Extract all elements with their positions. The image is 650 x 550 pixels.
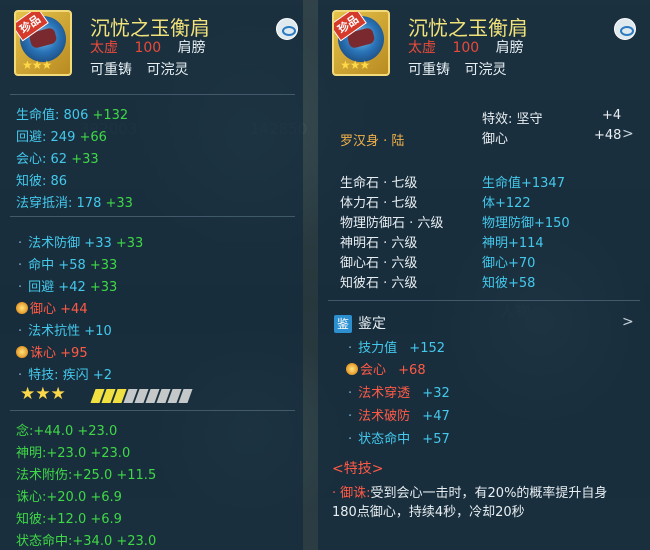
refine-flag: 可浣灵 bbox=[464, 62, 507, 78]
chevron-right-icon[interactable]: > bbox=[622, 314, 634, 330]
gem-name: 神明石 · 六级 bbox=[340, 236, 418, 251]
gem-effect: 神明+114 bbox=[482, 236, 544, 251]
special-gem-icon bbox=[16, 302, 28, 314]
yuxin-value: +48 bbox=[594, 128, 622, 143]
affix-row: · 法术抗性 +10 bbox=[18, 324, 112, 339]
refine-flag: 可浣灵 bbox=[146, 62, 189, 78]
item-flags: 可重铸 可浣灵 bbox=[90, 59, 198, 79]
skill-header: <特技> bbox=[332, 461, 384, 477]
gem-name: 体力石 · 七级 bbox=[340, 196, 418, 211]
item-level: 100 bbox=[134, 40, 162, 56]
eye-icon[interactable] bbox=[276, 18, 298, 40]
reforge-flag: 可重铸 bbox=[408, 62, 450, 78]
attr-row: 法术附伤:+25.0 +11.5 bbox=[16, 468, 157, 483]
set-name: 罗汉身 · 陆 bbox=[340, 134, 405, 149]
attr-row: 诛心:+20.0 +6.9 bbox=[16, 490, 122, 505]
item-slot: 肩膀 bbox=[177, 40, 206, 56]
attr-row: 状态命中:+34.0 +23.0 bbox=[16, 534, 157, 549]
chevron-right-icon[interactable]: > bbox=[622, 126, 634, 142]
stat-row: 会心: 62 +33 bbox=[16, 152, 99, 167]
gem-name: 物理防御石 · 六级 bbox=[340, 216, 444, 231]
affix-row-special: 诛心 +95 bbox=[16, 342, 88, 361]
stat-row: 知彼: 86 bbox=[16, 174, 68, 189]
gem-effect: 御心+70 bbox=[482, 256, 536, 271]
eye-icon[interactable] bbox=[614, 18, 636, 40]
appraise-row: · 法术破防 +47 bbox=[348, 409, 450, 424]
enhance-level-bar bbox=[90, 388, 193, 403]
affix-row-special: 御心 +44 bbox=[16, 298, 88, 317]
appraise-row: · 状态命中 +57 bbox=[348, 432, 450, 447]
item-tooltip-right: 珍品 ★★★ 沉忧之玉衡肩 太虚 100 肩膀 可重铸 可浣灵 特效: 坚守 +… bbox=[318, 0, 650, 550]
skill-text: 受到会心一击时，有20%的概率提升自身180点御心，持续4秒，冷却20秒 bbox=[332, 486, 608, 520]
gem-name: 御心石 · 六级 bbox=[340, 256, 418, 271]
appraise-row: · 法术穿透 +32 bbox=[348, 386, 450, 401]
appraise-row-special: 会心 +68 bbox=[346, 359, 426, 378]
item-header: 珍品 ★★★ 沉忧之玉衡肩 太虚 100 肩膀 可重铸 可浣灵 bbox=[318, 0, 650, 90]
skill-name: 御诛: bbox=[340, 486, 371, 501]
gem-name: 生命石 · 七级 bbox=[340, 176, 418, 191]
divider bbox=[10, 216, 295, 217]
yuxin-label[interactable]: 御心 bbox=[482, 128, 508, 147]
item-tooltip-left: 珍品 ★★★ 沉忧之玉衡肩 太虚 100 肩膀 可重铸 可浣灵 生命值: 806… bbox=[0, 0, 303, 550]
gem-name: 知彼石 · 六级 bbox=[340, 276, 418, 291]
skill-description: · 御诛:受到会心一击时，有20%的概率提升自身180点御心，持续4秒，冷却20秒 bbox=[332, 486, 608, 520]
affix-row: · 回避 +42 +33 bbox=[18, 280, 118, 295]
item-level: 100 bbox=[452, 40, 480, 56]
item-flags: 可重铸 可浣灵 bbox=[408, 59, 516, 79]
appraise-row: · 技力值 +152 bbox=[348, 341, 446, 356]
item-subtitle: 太虚 100 肩膀 bbox=[90, 37, 206, 57]
rating-stars: ★★★ bbox=[20, 384, 66, 404]
affix-row: · 命中 +58 +33 bbox=[18, 258, 118, 273]
appraise-icon: 鉴 bbox=[334, 315, 352, 333]
attr-row: 神明:+23.0 +23.0 bbox=[16, 446, 131, 461]
gem-effect: 物理防御+150 bbox=[482, 216, 570, 231]
attr-row: 念:+44.0 +23.0 bbox=[16, 424, 118, 439]
stat-row: 法穿抵消: 178 +33 bbox=[16, 196, 133, 211]
stat-row: 生命值: 806 +132 bbox=[16, 108, 129, 123]
rating-row: ★★★ bbox=[20, 384, 193, 404]
gem-effect: 知彼+58 bbox=[482, 276, 536, 291]
divider bbox=[328, 300, 640, 301]
divider bbox=[10, 410, 295, 411]
special-gem-icon bbox=[346, 363, 358, 375]
affix-row: · 特技: 疾闪 +2 bbox=[18, 368, 112, 383]
effect-value: +4 bbox=[602, 108, 622, 123]
item-tier: 太虚 bbox=[90, 40, 118, 56]
panel-gap bbox=[303, 0, 318, 550]
quality-stars: ★★★ bbox=[22, 58, 52, 72]
gem-effect: 体+122 bbox=[482, 196, 531, 211]
attr-row: 知彼:+12.0 +6.9 bbox=[16, 512, 122, 527]
reforge-flag: 可重铸 bbox=[90, 62, 132, 78]
stat-row: 回避: 249 +66 bbox=[16, 130, 107, 145]
divider bbox=[10, 94, 295, 95]
appraise-header[interactable]: 鉴鉴定 bbox=[334, 313, 386, 333]
quality-stars: ★★★ bbox=[340, 58, 370, 72]
item-icon-box[interactable]: 珍品 ★★★ bbox=[332, 10, 390, 76]
item-icon-box[interactable]: 珍品 ★★★ bbox=[14, 10, 72, 76]
item-tier: 太虚 bbox=[408, 40, 436, 56]
special-gem-icon bbox=[16, 346, 28, 358]
effect-label: 特效: 坚守 bbox=[482, 112, 543, 127]
affix-row: · 法术防御 +33 +33 bbox=[18, 236, 144, 251]
gem-effect: 生命值+1347 bbox=[482, 176, 565, 191]
item-subtitle: 太虚 100 肩膀 bbox=[408, 37, 524, 57]
item-slot: 肩膀 bbox=[495, 40, 524, 56]
item-header: 珍品 ★★★ 沉忧之玉衡肩 太虚 100 肩膀 可重铸 可浣灵 bbox=[0, 0, 303, 90]
